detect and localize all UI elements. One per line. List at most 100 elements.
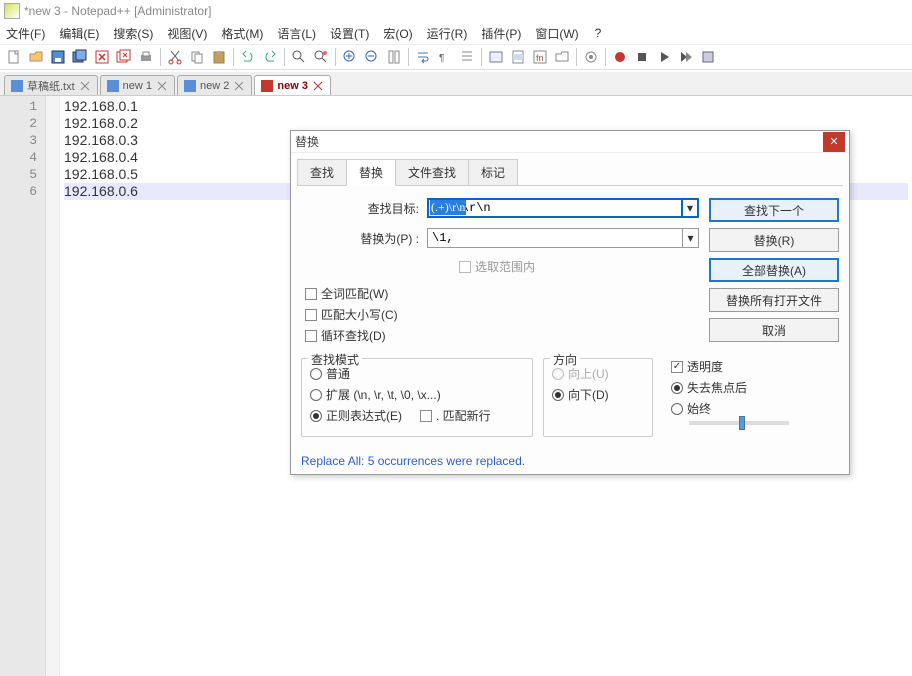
replace-all-open-button[interactable]: 替换所有打开文件: [709, 288, 839, 312]
dir-down-label: 向下(D): [568, 386, 609, 403]
dotnl-checkbox[interactable]: [420, 410, 432, 422]
open-file-icon[interactable]: [26, 47, 46, 67]
transparency-title: 透明度: [687, 358, 723, 375]
tab-close-icon[interactable]: [312, 80, 324, 92]
close-icon[interactable]: [92, 47, 112, 67]
copy-icon[interactable]: [187, 47, 207, 67]
tab-mark[interactable]: 标记: [468, 159, 518, 186]
find-target-value: (.+)\r\n: [430, 200, 466, 215]
tab-close-icon[interactable]: [233, 80, 245, 92]
menu-file[interactable]: 文件(F): [6, 25, 45, 42]
mode-normal-radio[interactable]: [310, 368, 322, 380]
direction-title: 方向: [550, 351, 580, 368]
menu-view[interactable]: 视图(V): [167, 25, 207, 42]
find-target-label: 查找目标:: [301, 200, 427, 217]
file-tab[interactable]: new 1: [100, 75, 175, 95]
in-scope-checkbox: [459, 261, 471, 273]
save-macro-icon[interactable]: [698, 47, 718, 67]
paste-icon[interactable]: [209, 47, 229, 67]
replace-all-button[interactable]: 全部替换(A): [709, 258, 839, 282]
cut-icon[interactable]: [165, 47, 185, 67]
menu-search[interactable]: 搜索(S): [113, 25, 153, 42]
wholeword-checkbox[interactable]: [305, 288, 317, 300]
menu-help[interactable]: ?: [595, 26, 602, 40]
show-all-chars-icon[interactable]: ¶: [435, 47, 455, 67]
doc-map-icon[interactable]: [508, 47, 528, 67]
window-title: *new 3 - Notepad++ [Administrator]: [24, 4, 211, 18]
tab-bar: 草稿纸.txt new 1 new 2 new 3: [0, 72, 912, 96]
redo-icon[interactable]: [260, 47, 280, 67]
find-icon[interactable]: [289, 47, 309, 67]
toolbar: ¶ fn: [0, 44, 912, 70]
file-icon: [107, 80, 119, 92]
sync-vert-icon[interactable]: [384, 47, 404, 67]
tab-label: new 1: [123, 80, 152, 92]
replace-dialog: 替换 ✕ 查找 替换 文件查找 标记 查找目标: (.+)\r\n ▾ 替换为(…: [290, 130, 850, 475]
user-lang-icon[interactable]: [486, 47, 506, 67]
save-icon[interactable]: [48, 47, 68, 67]
mode-regex-radio[interactable]: [310, 410, 322, 422]
cancel-button[interactable]: 取消: [709, 318, 839, 342]
replace-button[interactable]: 替换(R): [709, 228, 839, 252]
tab-replace[interactable]: 替换: [346, 159, 396, 186]
menu-macro[interactable]: 宏(O): [383, 25, 412, 42]
folder-view-icon[interactable]: [552, 47, 572, 67]
file-icon: [261, 80, 273, 92]
stop-macro-icon[interactable]: [632, 47, 652, 67]
transparency-slider[interactable]: [689, 421, 789, 425]
undo-icon[interactable]: [238, 47, 258, 67]
dialog-title-bar[interactable]: 替换 ✕: [291, 131, 849, 153]
mode-extended-radio[interactable]: [310, 389, 322, 401]
replace-with-input[interactable]: [427, 228, 683, 248]
matchcase-label: 匹配大小写(C): [321, 306, 398, 323]
trans-onblur-radio[interactable]: [671, 382, 683, 394]
menu-settings[interactable]: 设置(T): [330, 25, 369, 42]
monitor-icon[interactable]: [581, 47, 601, 67]
trans-always-radio[interactable]: [671, 403, 683, 415]
dir-down-radio[interactable]: [552, 389, 564, 401]
function-list-icon[interactable]: fn: [530, 47, 550, 67]
tab-label: new 3: [277, 80, 308, 92]
menu-window[interactable]: 窗口(W): [535, 25, 578, 42]
tab-close-icon[interactable]: [156, 80, 168, 92]
menu-plugin[interactable]: 插件(P): [481, 25, 521, 42]
tab-findfiles[interactable]: 文件查找: [395, 159, 469, 186]
dropdown-icon[interactable]: ▾: [683, 198, 699, 218]
menu-language[interactable]: 语言(L): [277, 25, 316, 42]
menu-format[interactable]: 格式(M): [221, 25, 263, 42]
trans-onblur-label: 失去焦点后: [687, 379, 747, 396]
transparency-checkbox[interactable]: [671, 361, 683, 373]
file-tab-active[interactable]: new 3: [254, 75, 331, 95]
menu-edit[interactable]: 编辑(E): [59, 25, 99, 42]
play-macro-icon[interactable]: [654, 47, 674, 67]
indent-guide-icon[interactable]: [457, 47, 477, 67]
save-all-icon[interactable]: [70, 47, 90, 67]
dialog-close-button[interactable]: ✕: [823, 132, 845, 152]
dropdown-icon[interactable]: ▾: [683, 228, 699, 248]
zoom-out-icon[interactable]: [362, 47, 382, 67]
close-all-icon[interactable]: [114, 47, 134, 67]
menu-run[interactable]: 运行(R): [427, 25, 468, 42]
wrap-label: 循环查找(D): [321, 327, 386, 344]
replace-icon[interactable]: [311, 47, 331, 67]
record-macro-icon[interactable]: [610, 47, 630, 67]
tab-label: new 2: [200, 80, 229, 92]
file-tab[interactable]: new 2: [177, 75, 252, 95]
dialog-status: Replace All: 5 occurrences were replaced…: [291, 448, 849, 474]
wrap-checkbox[interactable]: [305, 330, 317, 342]
find-next-button[interactable]: 查找下一个: [709, 198, 839, 222]
wordwrap-icon[interactable]: [413, 47, 433, 67]
matchcase-checkbox[interactable]: [305, 309, 317, 321]
tab-find[interactable]: 查找: [297, 159, 347, 186]
transparency-group: 透明度 失去焦点后 始终: [663, 358, 813, 437]
print-icon[interactable]: [136, 47, 156, 67]
svg-text:¶: ¶: [439, 53, 444, 64]
dir-up-radio: [552, 368, 564, 380]
dotnl-label: . 匹配新行: [436, 407, 491, 424]
new-file-icon[interactable]: [4, 47, 24, 67]
app-icon: [4, 3, 20, 19]
zoom-in-icon[interactable]: [340, 47, 360, 67]
file-tab[interactable]: 草稿纸.txt: [4, 75, 98, 95]
tab-close-icon[interactable]: [79, 80, 91, 92]
play-multi-icon[interactable]: [676, 47, 696, 67]
